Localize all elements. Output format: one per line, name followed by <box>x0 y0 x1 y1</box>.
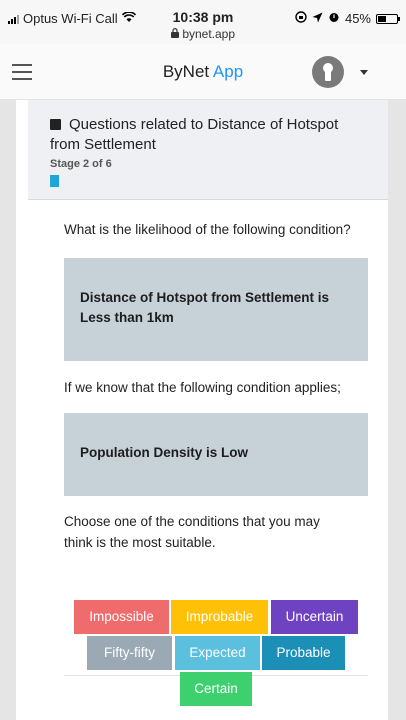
stage-progress-bar <box>50 175 78 187</box>
instruction-line-1: Choose one of the conditions that you ma… <box>64 514 320 529</box>
option-probable-button[interactable]: Probable <box>262 636 345 670</box>
brand-name: ByNet <box>162 62 210 81</box>
stage-header: Questions related to Distance of Hotspot… <box>28 100 388 200</box>
app-header: ByNet App <box>0 44 406 100</box>
brand-accent: App <box>212 62 244 81</box>
option-certain-button[interactable]: Certain <box>180 672 252 706</box>
given-condition-box: Population Density is Low <box>64 413 368 496</box>
progress-fill <box>50 175 60 187</box>
condition-line-1: Distance of Hotspot from Settlement is <box>80 290 330 305</box>
given-condition-text: Population Density is Low <box>80 445 249 460</box>
location-icon <box>312 11 323 26</box>
option-impossible-button[interactable]: Impossible <box>74 600 169 634</box>
given-text: If we know that the following condition … <box>64 380 341 395</box>
note-icon <box>50 119 61 130</box>
chevron-down-icon[interactable] <box>360 70 368 75</box>
stage-title-text: Questions related to Distance of Hotspot… <box>50 116 339 153</box>
rotation-lock-icon <box>295 11 307 26</box>
battery-fill <box>378 15 387 22</box>
url-text: bynet.app <box>182 27 236 41</box>
instruction-line-2: think is the most suitable. <box>64 535 216 550</box>
menu-icon[interactable] <box>12 64 32 80</box>
battery-percent: 45% <box>344 11 371 26</box>
option-improbable-button[interactable]: Improbable <box>171 600 268 634</box>
alarm-icon <box>328 11 340 26</box>
brand-logo: ByNet App <box>0 62 406 82</box>
battery-icon <box>376 13 400 24</box>
main-content: Questions related to Distance of Hotspot… <box>0 100 406 720</box>
condition-line-2: Less than 1km <box>80 310 174 325</box>
option-fifty-fifty-button[interactable]: Fifty-fifty <box>87 636 172 670</box>
condition-box: Distance of Hotspot from Settlement is L… <box>64 258 368 361</box>
lock-icon <box>170 27 182 41</box>
status-right: 45% <box>295 11 400 26</box>
stage-label: Stage 2 of 6 <box>50 158 112 170</box>
stage-title: Questions related to Distance of Hotspot… <box>50 115 370 155</box>
question-prompt: What is the likelihood of the following … <box>64 222 351 237</box>
option-uncertain-button[interactable]: Uncertain <box>271 600 358 634</box>
status-bar: Optus Wi-Fi Call 10:38 pm bynet.app 45% <box>0 0 406 44</box>
option-expected-button[interactable]: Expected <box>175 636 260 670</box>
avatar[interactable] <box>312 56 344 88</box>
url-bar[interactable]: bynet.app <box>0 27 406 41</box>
